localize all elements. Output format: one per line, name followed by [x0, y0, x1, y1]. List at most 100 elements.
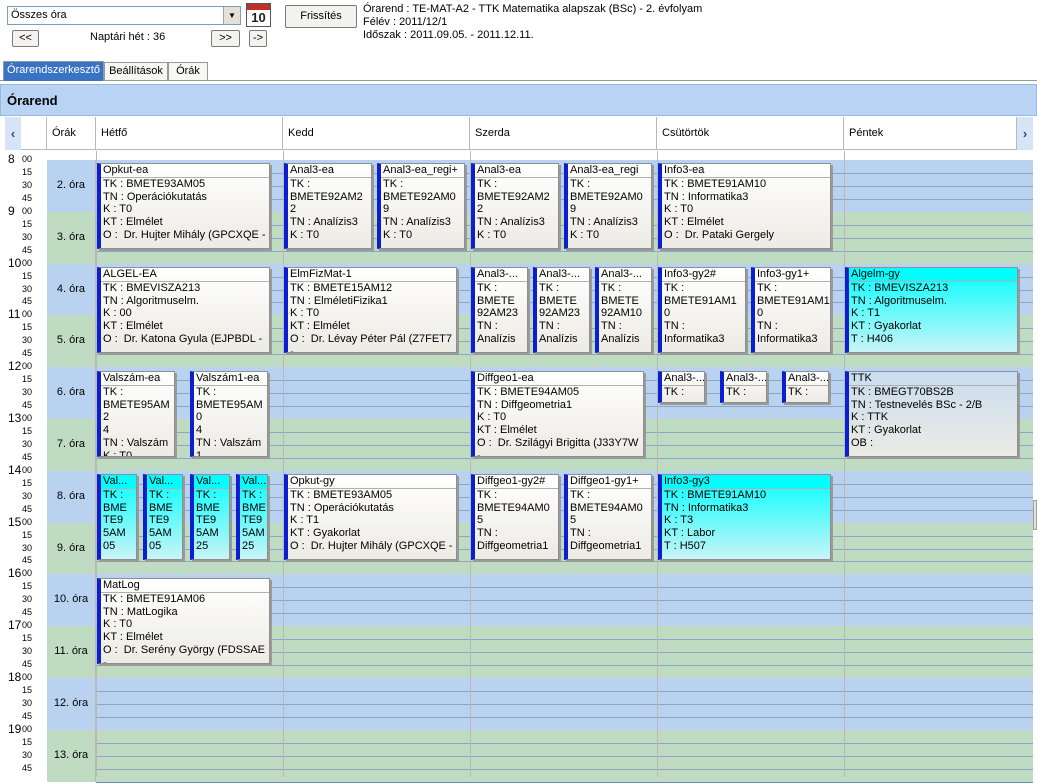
timetable-event[interactable]: Info3-gy1+ TK : BMETE91AM1 0 TN : Informa…: [751, 267, 831, 353]
calendar-icon[interactable]: 10: [246, 3, 271, 27]
timetable-event[interactable]: Anal3-... TK :: [720, 371, 767, 403]
chevron-right-icon[interactable]: ›: [1017, 117, 1033, 150]
refresh-button[interactable]: Frissítés: [285, 5, 357, 28]
period-label: 4. óra: [47, 263, 96, 316]
minute-label: 00: [22, 309, 33, 320]
minute-label: 30: [22, 335, 33, 346]
tab-bar: Órarendszerkesztő Beállítások Órák: [0, 61, 1037, 81]
event-title: Info3-ea: [662, 164, 830, 178]
chevron-down-icon[interactable]: ▼: [223, 7, 240, 24]
period-label: 13. óra: [47, 729, 96, 782]
minute-label: 30: [22, 231, 33, 242]
timetable-event[interactable]: Anal3-... TK :: [658, 371, 705, 403]
timetable-event[interactable]: Valszám-ea TK : BMETE95AM2 4 TN : Valszám…: [97, 371, 175, 457]
prev-week-button[interactable]: <<: [12, 30, 39, 47]
tab-timetable-editor[interactable]: Órarendszerkesztő: [3, 61, 104, 81]
timetable-event[interactable]: Info3-ea TK : BMETE91AM10 TN : Informatik…: [658, 163, 831, 249]
timetable-event[interactable]: Anal3-ea_regi+ TK : BMETE92AM0 9 TN : Ana…: [377, 163, 465, 249]
day-header-label: Csütörtök: [662, 127, 710, 139]
toolbar: Összes óra ▼ 10 Frissítés << Naptári hét…: [0, 0, 1037, 60]
minute-label: 15: [22, 736, 33, 747]
scroll-handle[interactable]: [1033, 500, 1037, 530]
quarter-line: [96, 703, 1033, 705]
timetable-event[interactable]: Anal3-... TK :: [782, 371, 829, 403]
event-title: Anal3-...: [662, 372, 705, 386]
hour-label: 17: [8, 618, 22, 633]
week-label: Naptári hét : 36: [90, 31, 166, 43]
timetable-event[interactable]: Val... TK : BME TE9 5AM 05: [143, 474, 183, 560]
panel-title: Órarend: [7, 93, 58, 108]
timetable-event[interactable]: Anal3-ea TK : BMETE92AM2 2 TN : Analízis3…: [284, 163, 372, 249]
quarter-line: [96, 716, 1033, 718]
timetable-event[interactable]: Algelm-gy TK : BMEVISZA213 TN : Algoritmu…: [845, 267, 1018, 353]
event-details: TK : BMETE91AM1 0 TN : Informatika3: [664, 281, 737, 345]
timetable-event[interactable]: Anal3-... TK : BMETE 92AM23 TN : Analízis: [533, 267, 590, 353]
event-details: TK : BMETE92AM0 9 TN : Analízis3 K : T0: [570, 177, 643, 241]
timetable-event[interactable]: Info3-gy3 TK : BMETE91AM10 TN : Informati…: [658, 474, 831, 560]
timetable-event[interactable]: Info3-gy2# TK : BMETE91AM1 0 TN : Informa…: [658, 267, 746, 353]
tab-settings[interactable]: Beállítások: [104, 62, 168, 80]
day-header-friday[interactable]: Péntek: [844, 117, 1017, 150]
timetable-event[interactable]: TTK TK : BMEGT70BS2B TN : Testnevelés BSc…: [845, 371, 1018, 457]
timetable-event[interactable]: Val... TK : BME TE9 5AM 05: [97, 474, 137, 560]
quarter-line: [96, 354, 1033, 356]
chevron-left-icon[interactable]: ‹: [5, 117, 21, 150]
timetable-event[interactable]: Diffgeo1-gy1+ TK : BMETE94AM0 5 TN : Diff…: [564, 474, 652, 560]
minute-label: 45: [22, 192, 33, 203]
day-header-wednesday[interactable]: Szerda: [470, 117, 657, 150]
minute-label: 45: [22, 244, 33, 255]
last-week-button[interactable]: ->: [249, 30, 267, 47]
event-details: TK : BMETE94AM0 5 TN : Diffgeometria1: [570, 488, 643, 552]
minute-label: 00: [22, 464, 33, 475]
semester-info: Félév : 2011/12/1: [363, 16, 448, 28]
tab-classes[interactable]: Órák: [168, 62, 208, 80]
timetable-event[interactable]: Opkut-ea TK : BMETE93AM05 TN : Operációku…: [97, 163, 270, 249]
event-details: TK : BMEVISZA213 TN : Algoritmuselm. K :…: [103, 281, 263, 345]
period-label: 7. óra: [47, 419, 96, 471]
timetable-event[interactable]: MatLog TK : BMETE91AM06 TN : MatLogika K …: [97, 578, 270, 664]
event-title: Valszám1-ea: [194, 372, 267, 386]
quarter-line: [96, 561, 1033, 563]
timetable-event[interactable]: Anal3-... TK : BMETE 92AM10 TN : Analízis: [595, 267, 652, 353]
minute-label: 30: [22, 179, 33, 190]
timetable-event[interactable]: Anal3-... TK : BMETE 92AM23 TN : Analízis: [471, 267, 528, 353]
timetable-event[interactable]: Val... TK : BME TE9 5AM 25: [236, 474, 268, 560]
period-label: 12. óra: [47, 678, 96, 730]
timetable-event[interactable]: Anal3-ea_regi TK : BMETE92AM0 9 TN : Anal…: [564, 163, 652, 249]
next-week-button[interactable]: >>: [211, 30, 240, 47]
periods-header-label: Órák: [52, 127, 76, 139]
day-header-monday[interactable]: Hétfő: [96, 117, 283, 150]
hour-label: 12: [8, 359, 22, 374]
minute-label: 30: [22, 283, 33, 294]
timetable-event[interactable]: Opkut-gy TK : BMETE93AM05 TN : Operációku…: [284, 474, 457, 560]
period-label: 5. óra: [47, 315, 96, 368]
event-title: Opkut-ea: [101, 164, 269, 178]
minute-label: 45: [22, 762, 33, 773]
day-header-tuesday[interactable]: Kedd: [283, 117, 470, 150]
timetable-event[interactable]: Diffgeo1-gy2# TK : BMETE94AM0 5 TN : Diff…: [471, 474, 559, 560]
event-details: TK : BMETE91AM10 TN : Informatika3 K : T…: [664, 177, 775, 241]
event-details: TK : BMETE94AM05 TN : Diffgeometria1 K :…: [477, 385, 639, 457]
minute-label: 00: [22, 620, 33, 631]
minute-label: 00: [22, 413, 33, 423]
timetable-event[interactable]: ALGEL-EA TK : BMEVISZA213 TN : Algoritmus…: [97, 267, 270, 353]
minute-label: 00: [22, 154, 33, 164]
minute-label: 00: [22, 257, 33, 268]
event-details: TK : BMEGT70BS2B TN : Testnevelés BSc - …: [851, 385, 983, 449]
event-title: Val...: [240, 475, 267, 489]
day-header-label: Péntek: [849, 127, 884, 139]
day-header-thursday[interactable]: Csütörtök: [657, 117, 844, 150]
quarter-line: [96, 665, 1033, 667]
event-details: TK : BME TE9 5AM 05: [103, 488, 127, 552]
filter-dropdown[interactable]: Összes óra ▼: [7, 6, 241, 25]
timetable-event[interactable]: Val... TK : BME TE9 5AM 25: [190, 474, 230, 560]
timetable-event[interactable]: Anal3-ea TK : BMETE92AM2 2 TN : Analízis3…: [471, 163, 559, 249]
timetable-event[interactable]: Valszám1-ea TK : BMETE95AM0 4 TN : Valszá…: [190, 371, 268, 457]
minute-label: 15: [22, 218, 33, 229]
timetable-event[interactable]: ElmFizMat-1 TK : BMETE15AM12 TN : Elmélet…: [284, 267, 457, 353]
event-details: TK : BMETE95AM0 4 TN : Valszám1 K : T0: [196, 385, 263, 457]
event-title: Valszám-ea: [101, 372, 174, 386]
event-details: TK : BME TE9 5AM 05: [149, 488, 173, 552]
timetable-event[interactable]: Diffgeo1-ea TK : BMETE94AM05 TN : Diffgeo…: [471, 371, 644, 457]
top-gap: [96, 151, 1033, 160]
